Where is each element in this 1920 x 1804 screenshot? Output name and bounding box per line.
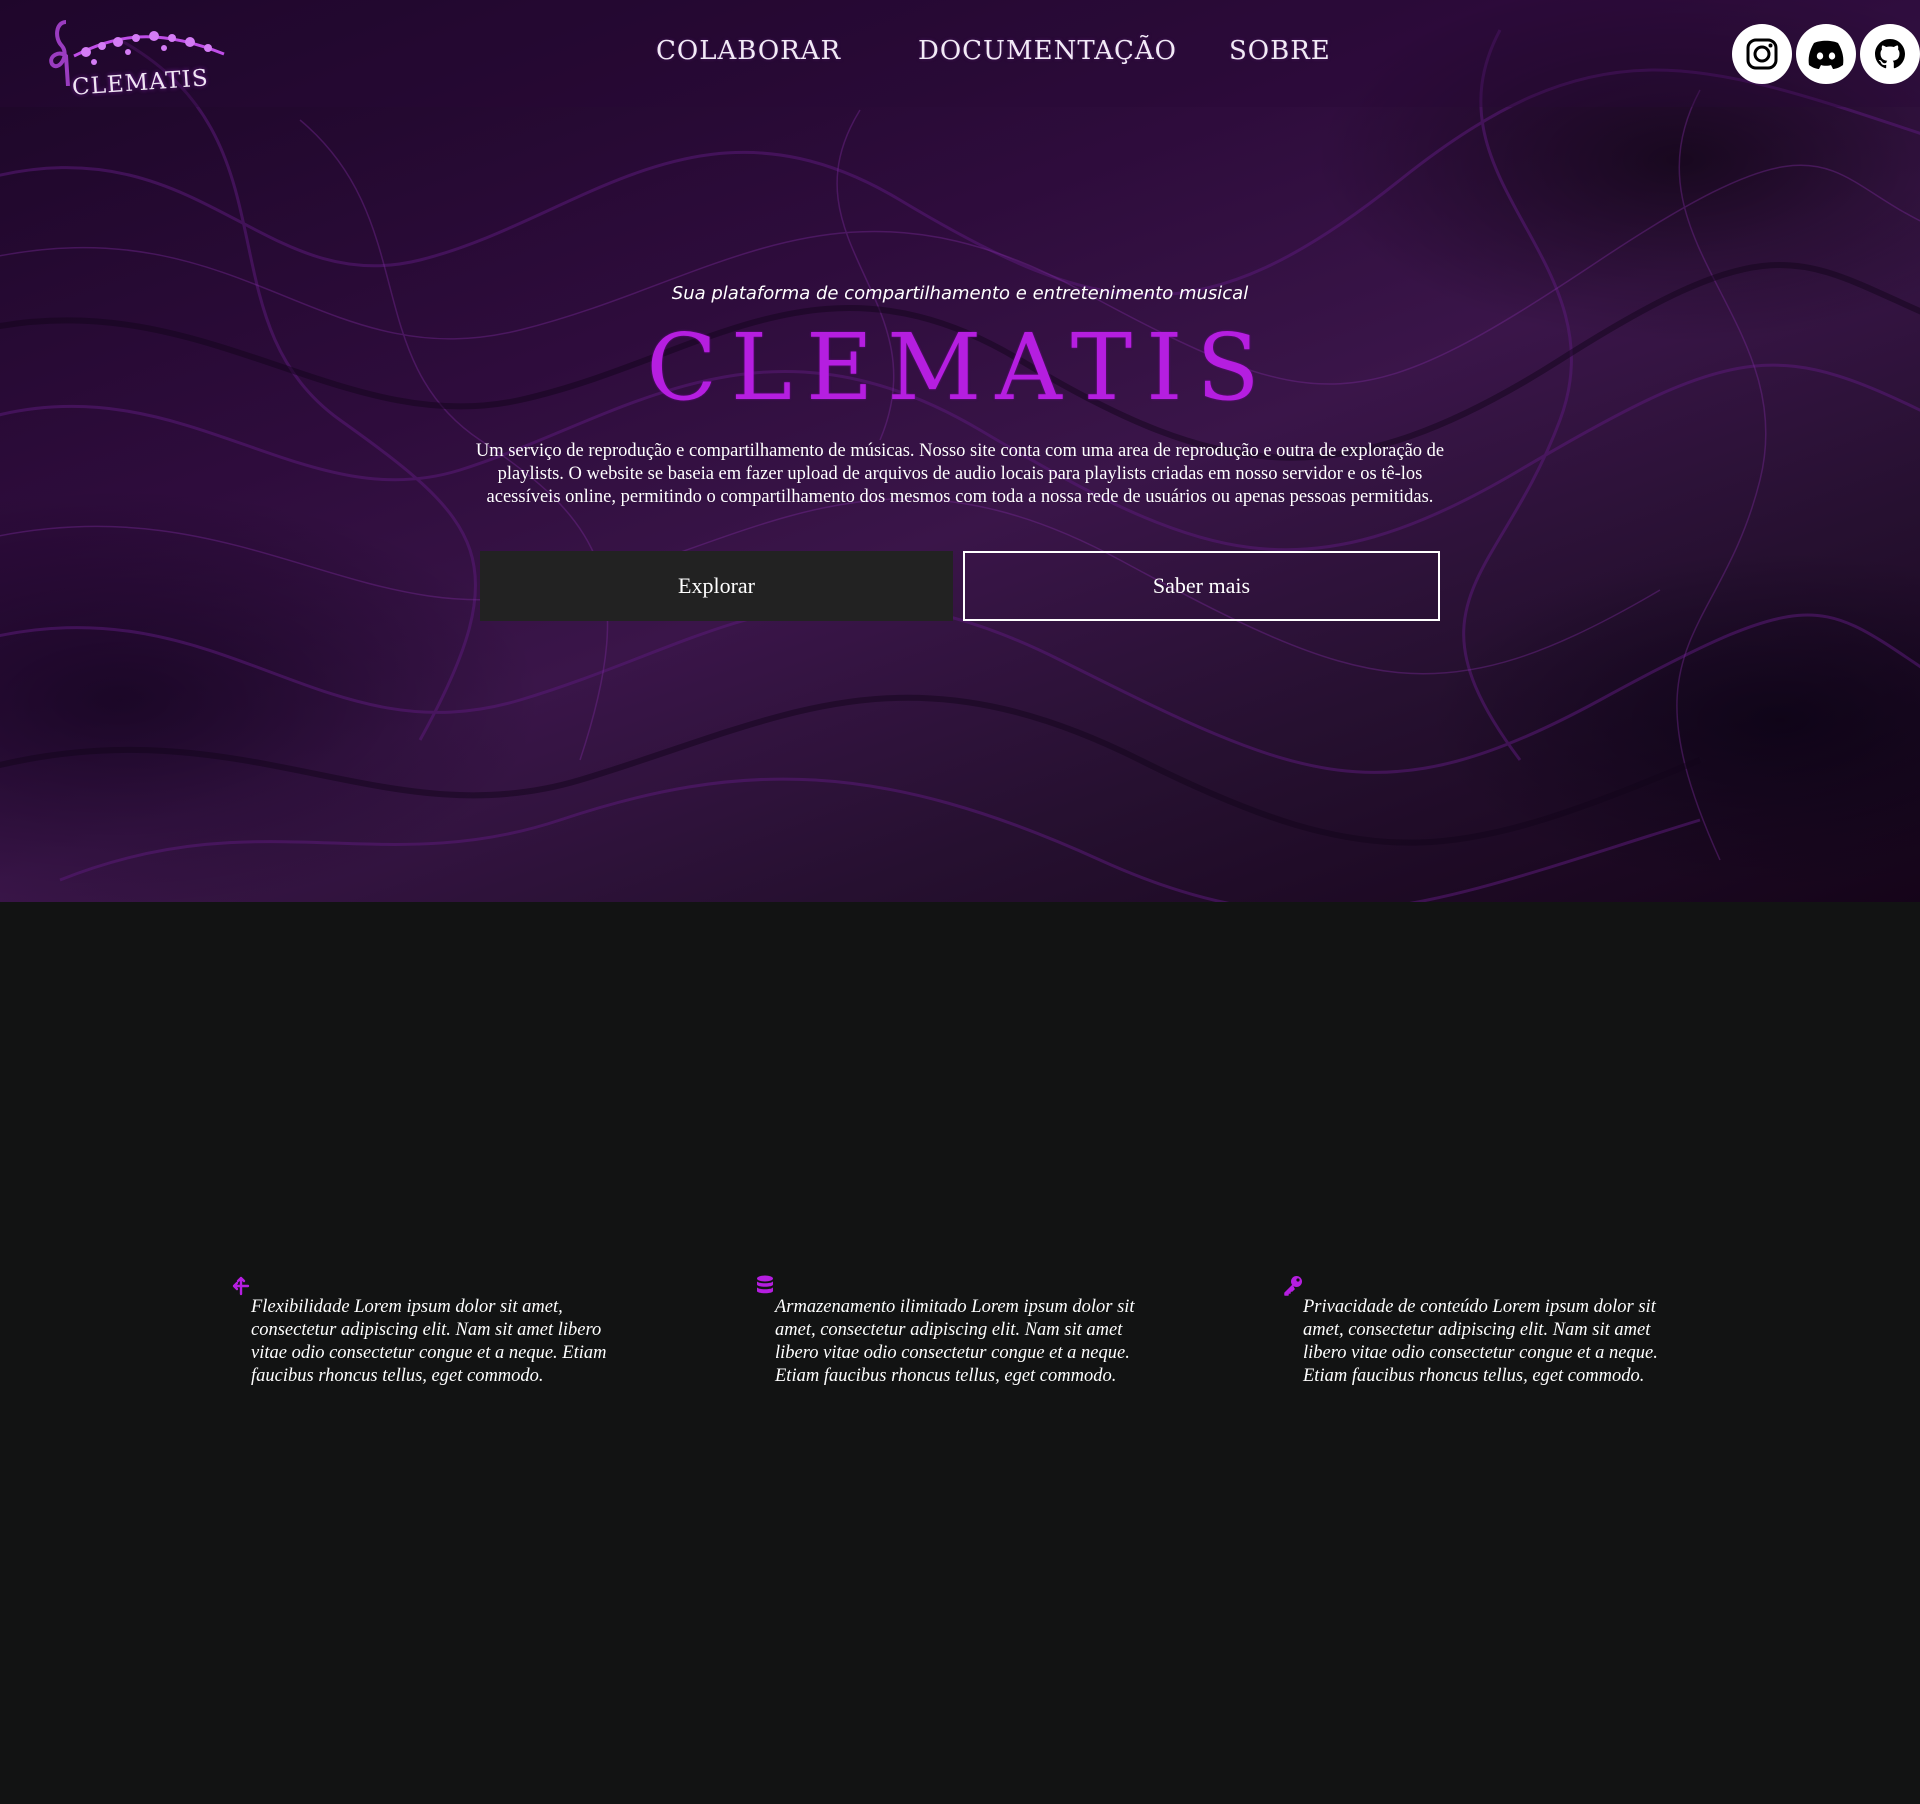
hero-title: CLEMATIS <box>646 314 1274 421</box>
feature-text: Privacidade de conteúdo Lorem ipsum dolo… <box>1303 1297 1658 1386</box>
github-link[interactable] <box>1860 24 1920 84</box>
nav-links: COLABORAR DOCUMENTAÇÃO SOBRE <box>0 36 1920 76</box>
hero-description: Um serviço de reprodução e compartilhame… <box>475 441 1445 507</box>
hero-tagline: Sua plataforma de compartilhamento e ent… <box>671 283 1249 304</box>
explore-button[interactable]: Explorar <box>480 551 953 621</box>
key-icon <box>1284 1276 1302 1296</box>
instagram-icon <box>1746 38 1778 70</box>
feature-text: Flexibilidade Lorem ipsum dolor sit amet… <box>251 1297 607 1386</box>
learn-more-button[interactable]: Saber mais <box>963 551 1440 621</box>
nav-link-colaborar[interactable]: COLABORAR <box>656 36 841 66</box>
hero-section: CLEMATIS COLABORAR DOCUMENTAÇÃO SOBRE Su… <box>0 0 1920 902</box>
discord-link[interactable] <box>1796 24 1856 84</box>
github-icon <box>1875 39 1905 69</box>
features-section: Flexibilidade Lorem ipsum dolor sit amet… <box>0 902 1920 1804</box>
nav-link-sobre[interactable]: SOBRE <box>1229 36 1331 66</box>
database-icon <box>757 1275 773 1294</box>
instagram-link[interactable] <box>1732 24 1792 84</box>
discord-icon <box>1808 40 1844 69</box>
feature-text: Armazenamento ilimitado Lorem ipsum dolo… <box>775 1297 1135 1386</box>
fork-arrows-icon <box>232 1276 250 1296</box>
nav-link-documentacao[interactable]: DOCUMENTAÇÃO <box>918 36 1177 66</box>
top-navbar: CLEMATIS COLABORAR DOCUMENTAÇÃO SOBRE <box>0 0 1920 107</box>
